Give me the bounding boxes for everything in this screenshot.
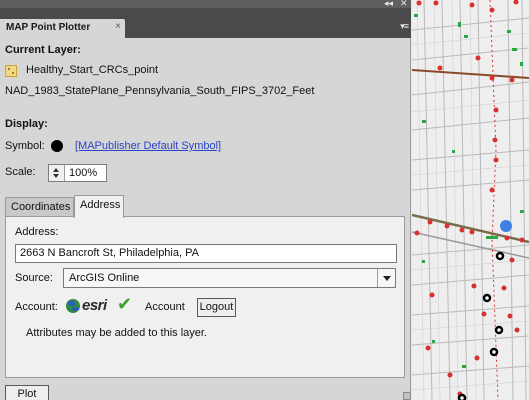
scale-stepper[interactable]: 100%: [48, 164, 107, 182]
address-input[interactable]: 2663 N Bancroft St, Philadelphia, PA: [15, 244, 397, 263]
scale-label: Scale:: [5, 166, 36, 178]
current-layer-heading: Current Layer:: [5, 44, 81, 56]
close-icon[interactable]: ×: [115, 21, 121, 32]
resize-grip[interactable]: [403, 392, 411, 400]
plot-button[interactable]: Plot: [5, 385, 49, 400]
plotted-point-marker[interactable]: [500, 220, 512, 232]
map-view[interactable]: [412, 0, 529, 400]
stepper-up-icon[interactable]: [53, 168, 59, 172]
display-heading: Display:: [5, 118, 48, 130]
scale-value[interactable]: 100%: [69, 167, 97, 179]
attributes-note: Attributes may be added to this layer.: [26, 327, 207, 339]
tab-address[interactable]: Address: [74, 195, 124, 218]
panel-title-strip: ◂◂ ✕: [0, 0, 411, 8]
account-name: Account: [145, 301, 185, 313]
close-window-icon[interactable]: ✕: [400, 0, 408, 8]
logout-button[interactable]: Logout: [197, 298, 236, 317]
symbol-preview-icon[interactable]: [51, 140, 63, 152]
panel-tab-bar: MAP Point Plotter × ▾≡: [0, 8, 411, 38]
chevron-down-icon[interactable]: [377, 269, 395, 287]
panel-tab-title: MAP Point Plotter: [6, 22, 91, 33]
source-select[interactable]: ArcGIS Online: [63, 268, 396, 288]
source-label: Source:: [15, 272, 53, 284]
check-icon: ✔: [117, 294, 133, 314]
address-tab-body: [5, 216, 405, 378]
esri-logo: esri: [82, 297, 107, 314]
account-label: Account:: [15, 301, 58, 313]
panel-menu-icon[interactable]: ▾≡: [400, 21, 409, 32]
point-layer-icon: [5, 65, 17, 77]
panel-tab-map-point-plotter[interactable]: MAP Point Plotter ×: [0, 19, 125, 38]
source-select-value: ArcGIS Online: [69, 272, 140, 284]
symbol-label: Symbol:: [5, 140, 45, 152]
layer-name: Healthy_Start_CRCs_point: [26, 64, 159, 76]
map-point-plotter-panel: ◂◂ ✕ MAP Point Plotter × ▾≡ Current Laye…: [0, 0, 411, 400]
layer-projection: NAD_1983_StatePlane_Pennsylvania_South_F…: [5, 85, 315, 97]
address-label: Address:: [15, 226, 59, 238]
stepper-down-icon[interactable]: [53, 174, 59, 178]
tab-coordinates[interactable]: Coordinates: [5, 197, 74, 217]
map-canvas[interactable]: [412, 0, 529, 400]
symbol-link[interactable]: [MAPublisher Default Symbol]: [75, 140, 221, 152]
scale-stepper-arrows[interactable]: [49, 165, 65, 181]
esri-globe-icon: [66, 299, 80, 313]
collapse-icon[interactable]: ◂◂: [384, 0, 393, 8]
